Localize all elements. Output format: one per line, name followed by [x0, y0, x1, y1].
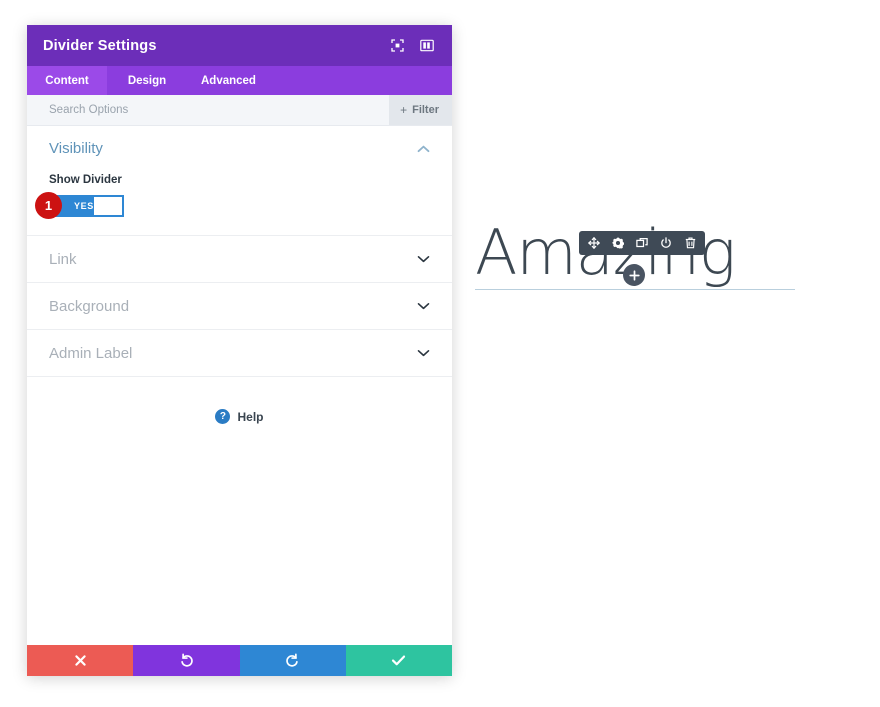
section-background-label: Background — [49, 297, 130, 315]
module-preview-area: Amazing — [460, 210, 860, 320]
panel-header: Divider Settings — [27, 25, 452, 66]
help-label: Help — [237, 409, 264, 424]
help-link[interactable]: ? Help — [27, 409, 452, 424]
power-icon[interactable] — [659, 236, 673, 250]
visibility-section: Visibility Show Divider YES 1 — [27, 126, 452, 236]
divider-module-line[interactable] — [475, 289, 795, 290]
tab-advanced[interactable]: Advanced — [187, 66, 270, 95]
chevron-up-icon[interactable] — [417, 145, 430, 153]
plus-icon: + — [400, 103, 408, 117]
move-icon[interactable] — [587, 236, 601, 250]
panel-tabs: Content Design Advanced — [27, 66, 452, 95]
divider-settings-panel: Divider Settings Content Design Advanced… — [27, 25, 452, 676]
save-button[interactable] — [345, 645, 452, 676]
tab-content[interactable]: Content — [27, 66, 107, 95]
filter-button[interactable]: + Filter — [389, 95, 452, 125]
show-divider-label: Show Divider — [49, 174, 122, 186]
plus-icon — [628, 269, 640, 281]
question-mark-icon: ? — [215, 409, 231, 424]
panel-footer — [27, 645, 452, 676]
tab-design[interactable]: Design — [107, 66, 187, 95]
section-admin-label[interactable]: Admin Label — [27, 330, 452, 377]
chevron-down-icon[interactable] — [417, 302, 430, 310]
visibility-title: Visibility — [49, 140, 103, 157]
panel-title: Divider Settings — [43, 37, 157, 54]
section-link-label: Link — [49, 250, 77, 268]
show-divider-toggle-row: YES 1 — [35, 192, 430, 219]
redo-button[interactable] — [239, 645, 346, 676]
section-admin-label-label: Admin Label — [49, 344, 133, 362]
trash-icon[interactable] — [683, 236, 697, 250]
section-link[interactable]: Link — [27, 236, 452, 283]
redo-arrow-icon — [286, 653, 298, 667]
visibility-section-header[interactable]: Visibility — [49, 126, 430, 171]
checkmark-icon — [392, 655, 406, 666]
add-module-button[interactable] — [623, 264, 645, 286]
undo-arrow-icon — [181, 653, 193, 667]
chevron-down-icon[interactable] — [417, 349, 430, 357]
duplicate-icon[interactable] — [635, 236, 649, 250]
section-background[interactable]: Background — [27, 283, 452, 330]
search-input[interactable] — [49, 95, 390, 125]
step-badge: 1 — [35, 192, 62, 219]
panel-body: Visibility Show Divider YES 1 Link Backg… — [27, 126, 452, 645]
close-x-icon — [74, 655, 86, 666]
filter-button-label: Filter — [412, 104, 439, 116]
gear-icon[interactable] — [611, 236, 625, 250]
module-toolbar — [579, 231, 705, 255]
cancel-button[interactable] — [27, 645, 134, 676]
fullscreen-icon[interactable] — [386, 35, 408, 57]
search-bar: + Filter — [27, 95, 452, 126]
layout-columns-icon[interactable] — [416, 35, 438, 57]
undo-button[interactable] — [133, 645, 240, 676]
chevron-down-icon[interactable] — [417, 255, 430, 263]
toggle-knob[interactable] — [93, 197, 122, 215]
